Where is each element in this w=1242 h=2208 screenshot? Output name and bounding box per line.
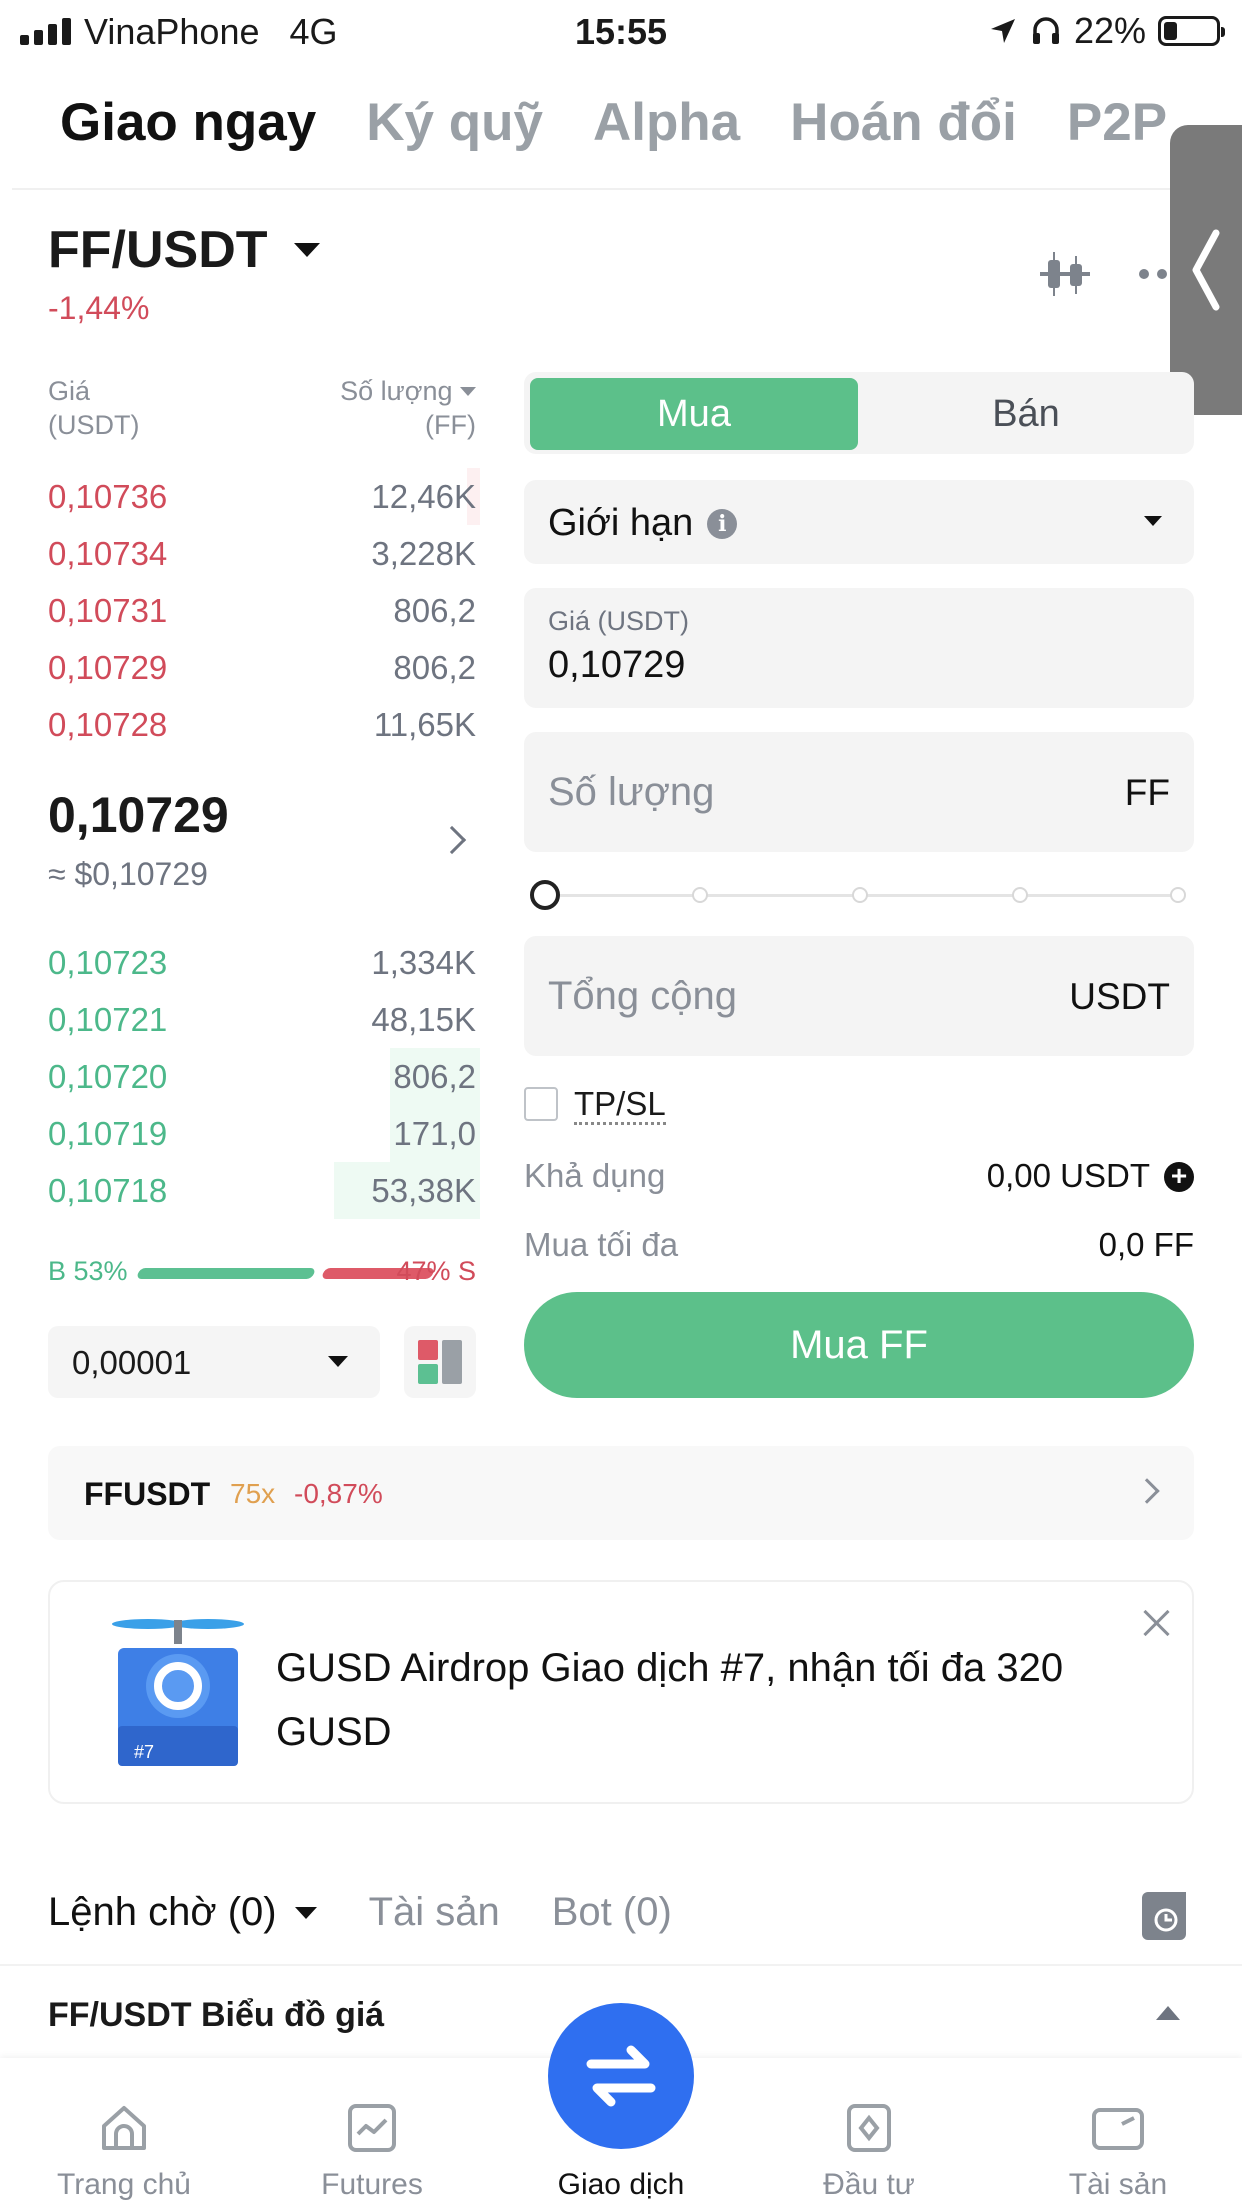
chevron-right-icon[interactable] bbox=[437, 825, 467, 855]
tab-convert[interactable]: Hoán đổi bbox=[790, 92, 1017, 153]
chevron-down-icon bbox=[293, 243, 320, 257]
info-icon[interactable]: i bbox=[707, 509, 738, 539]
orderbook-layout-button[interactable] bbox=[404, 1326, 476, 1398]
swap-icon bbox=[586, 2045, 656, 2107]
nav-invest[interactable]: Đầu tư bbox=[745, 2058, 993, 2208]
close-icon[interactable] bbox=[1140, 1606, 1174, 1640]
tab-bots[interactable]: Bot (0) bbox=[552, 1890, 672, 1935]
chevron-down-icon bbox=[1144, 516, 1162, 526]
tab-margin[interactable]: Ký quỹ bbox=[366, 92, 543, 153]
max-buy-row: Mua tối đa 0,0 FF bbox=[524, 1226, 1194, 1263]
chevron-left-icon bbox=[1192, 229, 1220, 311]
ask-row[interactable]: 0,10731 806,2 bbox=[48, 582, 476, 639]
sell-tab[interactable]: Bán bbox=[864, 378, 1188, 450]
sell-ratio: 47% S bbox=[396, 1256, 476, 1286]
tpsl-checkbox[interactable] bbox=[524, 1087, 558, 1121]
nav-futures[interactable]: Futures bbox=[248, 2058, 496, 2208]
orders-tabs: Lệnh chờ (0) Tài sản Bot (0) bbox=[48, 1890, 672, 1935]
status-bar: VinaPhone 4G 15:55 22% bbox=[0, 0, 1242, 62]
layout-icon bbox=[418, 1340, 462, 1384]
buy-tab[interactable]: Mua bbox=[530, 378, 858, 450]
slider-step bbox=[692, 887, 708, 903]
tab-alpha[interactable]: Alpha bbox=[593, 92, 740, 153]
buy-sell-ratio: B 53% 47% S bbox=[48, 1256, 476, 1290]
trade-swap-button[interactable] bbox=[548, 2003, 694, 2149]
candlestick-chart-icon[interactable] bbox=[1040, 250, 1090, 298]
battery-icon bbox=[1158, 16, 1225, 46]
ask-row[interactable]: 0,10728 11,65K bbox=[48, 696, 476, 753]
location-arrow-icon bbox=[990, 19, 1015, 43]
last-price-usd: ≈ $0,10729 bbox=[48, 856, 208, 892]
chevron-up-icon bbox=[1156, 2006, 1180, 2020]
tick-size-select[interactable]: 0,00001 bbox=[48, 1326, 380, 1398]
nav-home[interactable]: Trang chủ bbox=[0, 2058, 248, 2208]
tab-spot[interactable]: Giao ngay bbox=[60, 92, 316, 153]
more-icon[interactable] bbox=[1138, 268, 1168, 280]
pair-symbol: FF/USDT bbox=[48, 221, 268, 279]
promo-text: GUSD Airdrop Giao dịch #7, nhận tối đa 3… bbox=[276, 1646, 1064, 1754]
ask-row[interactable]: 0,10729 806,2 bbox=[48, 639, 476, 696]
svg-text:#7: #7 bbox=[134, 1742, 154, 1762]
chevron-down-icon bbox=[328, 1356, 348, 1367]
slider-step bbox=[1012, 887, 1028, 903]
wallet-icon bbox=[1092, 2108, 1144, 2150]
ask-row[interactable]: 0,10734 3,228K bbox=[48, 525, 476, 582]
promo-banner[interactable]: #7 GUSD Airdrop Giao dịch #7, nhận tối đ… bbox=[48, 1580, 1194, 1804]
pair-selector[interactable]: FF/USDT bbox=[48, 220, 320, 280]
last-price: 0,10729 bbox=[48, 787, 229, 843]
headphones-icon bbox=[1032, 17, 1059, 44]
futures-chart-icon bbox=[348, 2104, 396, 2152]
chevron-down-icon bbox=[460, 387, 476, 396]
chevron-down-icon bbox=[294, 1906, 317, 1919]
buy-sell-toggle: Mua Bán bbox=[524, 372, 1194, 454]
add-funds-icon[interactable]: + bbox=[1164, 1162, 1194, 1192]
invest-icon bbox=[847, 2104, 891, 2152]
pair-change: -1,44% bbox=[48, 290, 150, 326]
slider-step bbox=[1170, 887, 1186, 903]
bid-row[interactable]: 0,10723 1,334K bbox=[48, 934, 476, 991]
slider-step bbox=[852, 887, 868, 903]
quantity-input[interactable]: Số lượng FF bbox=[524, 732, 1194, 852]
bid-row[interactable]: 0,10719 171,0 bbox=[48, 1105, 480, 1162]
chevron-right-icon bbox=[1134, 1478, 1160, 1504]
gusd-airdrop-icon: #7 bbox=[112, 1619, 244, 1766]
ask-row[interactable]: 0,10736 12,46K bbox=[48, 468, 480, 525]
total-input[interactable]: Tổng cộng USDT bbox=[524, 936, 1194, 1056]
slider-handle[interactable] bbox=[530, 880, 560, 910]
order-history-icon[interactable] bbox=[1142, 1892, 1186, 1940]
amount-slider[interactable] bbox=[530, 880, 1190, 910]
buy-ratio: B 53% bbox=[48, 1256, 128, 1286]
price-value: 0,10729 bbox=[548, 644, 686, 686]
futures-link-row[interactable]: FFUSDT 75x -0,87% bbox=[48, 1446, 1194, 1540]
nav-assets[interactable]: Tài sản bbox=[994, 2058, 1242, 2208]
battery-percent: 22% bbox=[1073, 10, 1146, 51]
tab-assets[interactable]: Tài sản bbox=[369, 1890, 500, 1935]
bid-row[interactable]: 0,10721 48,15K bbox=[48, 991, 476, 1048]
market-tabs: Giao ngay Ký quỹ Alpha Hoán đổi P2P bbox=[60, 92, 1167, 153]
qty-column-header[interactable]: Số lượng (FF) bbox=[300, 374, 476, 442]
available-balance-row: Khả dụng 0,00 USDT + bbox=[524, 1157, 1194, 1195]
tab-p2p[interactable]: P2P bbox=[1067, 92, 1167, 153]
tpsl-label[interactable]: TP/SL bbox=[574, 1086, 666, 1125]
bid-row[interactable]: 0,10720 806,2 bbox=[48, 1048, 480, 1105]
status-right: 22% bbox=[988, 10, 1225, 52]
home-icon bbox=[102, 2106, 146, 2150]
buy-ratio-bar bbox=[135, 1268, 317, 1279]
price-input[interactable]: Giá (USDT) 0,10729 bbox=[524, 588, 1194, 708]
order-type-select[interactable]: Giới hạn i bbox=[524, 480, 1194, 564]
price-column-header: Giá (USDT) bbox=[48, 376, 140, 440]
tab-open-orders[interactable]: Lệnh chờ (0) bbox=[48, 1890, 317, 1935]
buy-submit-button[interactable]: Mua FF bbox=[524, 1292, 1194, 1398]
divider bbox=[12, 188, 1242, 190]
bid-row[interactable]: 0,10718 53,38K bbox=[48, 1162, 480, 1219]
